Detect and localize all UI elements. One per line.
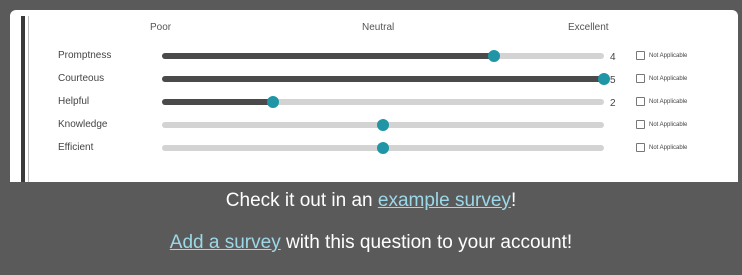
- slider-handle[interactable]: [266, 96, 279, 108]
- row-value-courteous: 5: [610, 75, 616, 86]
- not-applicable-label: Not Applicable: [649, 121, 688, 128]
- survey-preview-frame: Poor Neutral Excellent Promptness 4 Not …: [0, 0, 742, 275]
- slider-track-efficient[interactable]: [162, 142, 604, 154]
- question-border-inner: [28, 16, 29, 182]
- not-applicable-label: Not Applicable: [649, 144, 688, 151]
- not-applicable-label: Not Applicable: [649, 98, 688, 105]
- not-applicable-efficient[interactable]: Not Applicable: [636, 143, 687, 152]
- scale-label-excellent: Excellent: [568, 22, 609, 33]
- row-label-efficient: Efficient: [58, 142, 94, 153]
- row-label-promptness: Promptness: [58, 50, 112, 61]
- example-survey-suffix: !: [510, 190, 517, 211]
- slider-track-knowledge[interactable]: [162, 119, 604, 131]
- scale-label-poor: Poor: [150, 22, 172, 33]
- add-survey-line: Add a survey with this question to your …: [0, 232, 742, 254]
- not-applicable-promptness[interactable]: Not Applicable: [636, 51, 687, 60]
- slider-track-promptness[interactable]: [162, 50, 604, 62]
- not-applicable-label: Not Applicable: [649, 75, 688, 82]
- not-applicable-checkbox[interactable]: [636, 97, 645, 106]
- row-label-courteous: Courteous: [58, 73, 105, 84]
- slider-fill: [162, 76, 604, 82]
- example-survey-line: Check it out in an example survey!: [0, 190, 742, 212]
- row-value-helpful: 2: [610, 98, 616, 109]
- not-applicable-checkbox[interactable]: [636, 120, 645, 129]
- not-applicable-courteous[interactable]: Not Applicable: [636, 74, 687, 83]
- add-survey-link[interactable]: Add a survey: [170, 232, 281, 253]
- scale-label-neutral: Neutral: [362, 22, 395, 33]
- slider-fill: [162, 99, 273, 105]
- row-value-promptness: 4: [610, 52, 616, 63]
- not-applicable-checkbox[interactable]: [636, 51, 645, 60]
- add-survey-suffix: with this question to your account!: [280, 232, 573, 253]
- slider-question-preview: Poor Neutral Excellent Promptness 4 Not …: [10, 10, 738, 182]
- slider-track-helpful[interactable]: [162, 96, 604, 108]
- example-survey-prefix: Check it out in an: [225, 190, 378, 211]
- not-applicable-label: Not Applicable: [649, 52, 688, 59]
- question-border: [21, 16, 25, 182]
- not-applicable-knowledge[interactable]: Not Applicable: [636, 120, 687, 129]
- slider-fill: [162, 53, 494, 59]
- not-applicable-checkbox[interactable]: [636, 143, 645, 152]
- not-applicable-checkbox[interactable]: [636, 74, 645, 83]
- slider-handle[interactable]: [598, 73, 610, 85]
- slider-track-courteous[interactable]: [162, 73, 610, 85]
- row-label-helpful: Helpful: [58, 96, 90, 107]
- not-applicable-helpful[interactable]: Not Applicable: [636, 97, 687, 106]
- slider-handle[interactable]: [377, 119, 389, 131]
- slider-handle[interactable]: [487, 50, 500, 62]
- row-label-knowledge: Knowledge: [58, 119, 108, 130]
- slider-handle[interactable]: [377, 142, 389, 154]
- example-survey-link[interactable]: example survey: [378, 190, 511, 211]
